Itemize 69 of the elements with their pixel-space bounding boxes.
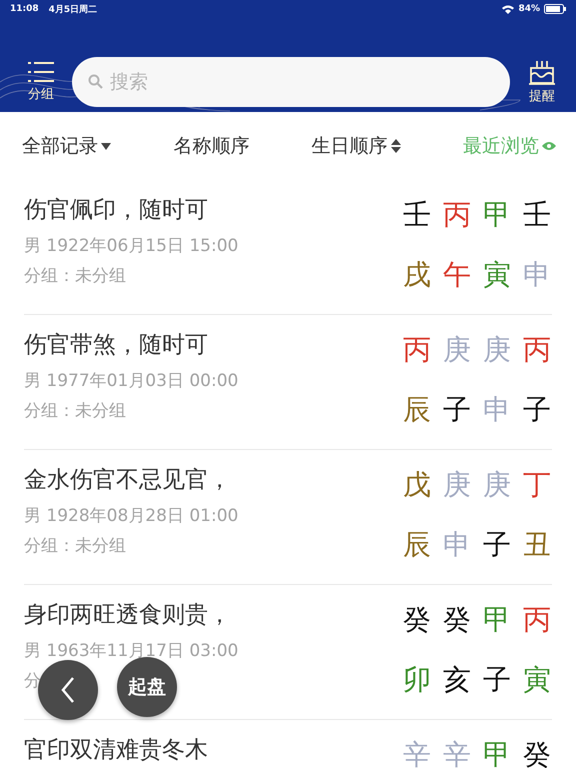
eye-icon <box>542 141 556 151</box>
wifi-icon <box>502 4 514 14</box>
group-info: 分组：未分组 <box>24 265 126 288</box>
pillar-character: 辛 <box>402 738 432 768</box>
pillar-character: 丙 <box>402 333 432 367</box>
pillar-character: 丑 <box>522 528 552 562</box>
pillar-character: 申 <box>442 528 472 562</box>
filter-tab[interactable]: 名称顺序 <box>173 133 250 159</box>
remind-button[interactable]: 提醒 <box>528 59 556 105</box>
pillar-character: 午 <box>442 258 472 292</box>
group-button[interactable]: 分组 <box>28 61 54 103</box>
pillar-character: 申 <box>522 258 552 292</box>
pillar-character: 庚 <box>482 333 512 367</box>
pillar-character: 癸 <box>442 603 472 637</box>
start-chart-button[interactable]: 起盘 <box>117 657 177 717</box>
pillar-character: 甲 <box>482 198 512 232</box>
pillar-character: 庚 <box>442 468 472 502</box>
group-info: 分组：未分组 <box>24 535 126 558</box>
pillar-character: 亥 <box>442 663 472 697</box>
record-title[interactable]: 金水伤官不忌见官， <box>24 464 402 504</box>
search-field[interactable]: 搜索 <box>108 70 494 94</box>
pillar-character: 辰 <box>402 393 432 427</box>
pillar-character: 子 <box>522 393 552 427</box>
pillar-character: 卯 <box>402 663 432 697</box>
pillar-character: 寅 <box>482 258 512 292</box>
pillar-character: 申 <box>482 393 512 427</box>
pillar-character: 癸 <box>402 603 432 637</box>
pillar-character: 甲 <box>482 738 512 768</box>
status-date: 4月5日周二 <box>48 4 98 16</box>
pillar-character: 丙 <box>522 603 552 637</box>
pillar-character: 庚 <box>482 468 512 502</box>
pillar-character: 壬 <box>522 198 552 232</box>
record-title[interactable]: 伤官佩印，随时可 <box>24 194 402 234</box>
pillar-character: 丁 <box>522 468 552 502</box>
filter-tab[interactable]: 生日顺序 <box>312 133 401 159</box>
pillar-character: 戊 <box>402 468 432 502</box>
status-time: 11:08 <box>10 4 39 14</box>
pillar-character: 子 <box>482 663 512 697</box>
birth-info: 男 1928年08月28日 01:00 <box>24 505 238 528</box>
pillar-character: 癸 <box>522 738 552 768</box>
pillar-character: 子 <box>442 393 472 427</box>
birth-info: 男 1922年06月15日 15:00 <box>24 235 238 258</box>
chevron-left-icon <box>61 676 75 704</box>
battery-percent: 84% <box>518 4 540 14</box>
pillar-character: 丙 <box>522 333 552 367</box>
record-title[interactable]: 身印两旺透食则贵， <box>24 599 402 639</box>
cake-icon <box>528 59 556 85</box>
pillar-character: 寅 <box>522 663 552 697</box>
battery-icon <box>544 4 566 14</box>
pillar-character: 戌 <box>402 258 432 292</box>
sort-icon <box>390 138 401 154</box>
pillar-character: 辰 <box>402 528 432 562</box>
pillar-character: 庚 <box>442 333 472 367</box>
pillar-character: 辛 <box>442 738 472 768</box>
birth-info: 男 1977年01月03日 00:00 <box>24 370 238 393</box>
record-title[interactable]: 官印双清难贵冬木 <box>24 734 402 768</box>
group-info: 分 <box>24 670 41 693</box>
pillar-character: 壬 <box>402 198 432 232</box>
list-icon <box>28 61 54 83</box>
search-bar[interactable]: 搜索 <box>72 57 510 107</box>
search-icon <box>88 74 104 90</box>
pillar-character: 甲 <box>482 603 512 637</box>
group-info: 分组：未分组 <box>24 400 126 423</box>
back-button[interactable] <box>38 660 98 720</box>
caret-icon <box>101 142 111 150</box>
record-title[interactable]: 伤官带煞，随时可 <box>24 329 402 369</box>
pillar-character: 子 <box>482 528 512 562</box>
filter-tab[interactable]: 全部记录 <box>22 133 111 159</box>
pillar-character: 丙 <box>442 198 472 232</box>
